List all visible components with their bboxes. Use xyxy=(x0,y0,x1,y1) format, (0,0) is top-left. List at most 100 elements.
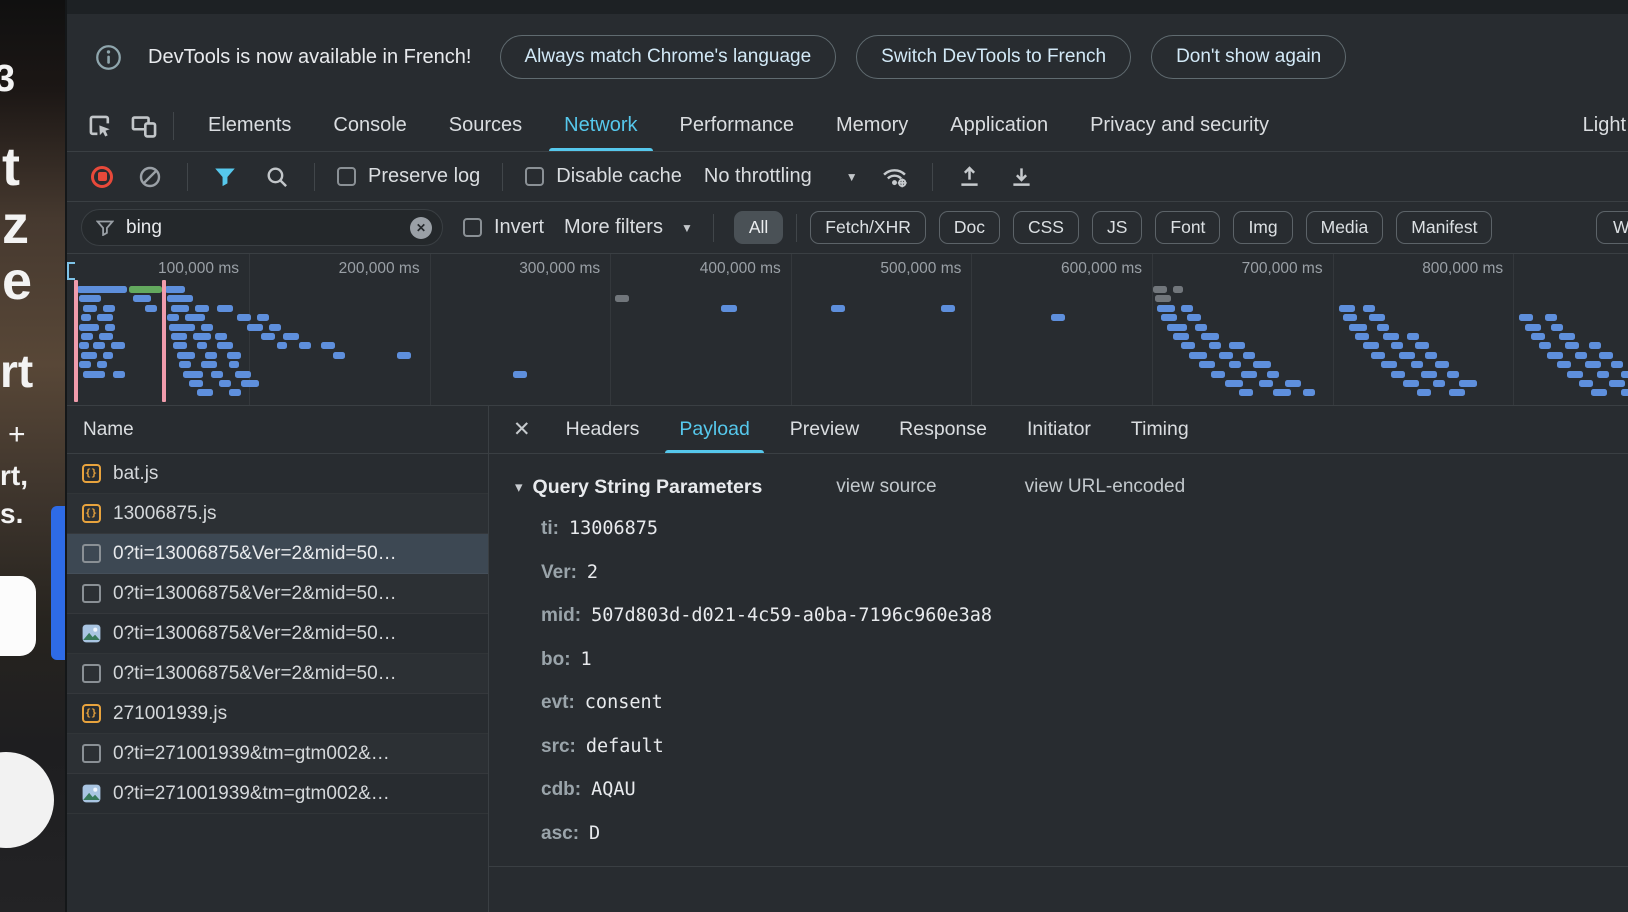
tab-privacy-and-security[interactable]: Privacy and security xyxy=(1070,100,1289,151)
waterfall-bar xyxy=(1155,295,1171,302)
param-row: src:default xyxy=(541,726,1628,770)
pill-manifest[interactable]: Manifest xyxy=(1396,211,1492,244)
disable-cache-toggle[interactable]: Disable cache xyxy=(525,165,682,188)
tab-performance[interactable]: Performance xyxy=(660,100,815,151)
collapse-caret-icon[interactable]: ▾ xyxy=(515,478,523,496)
pill-media[interactable]: Media xyxy=(1306,211,1384,244)
name-column-header[interactable]: Name xyxy=(67,406,488,454)
param-value: consent xyxy=(585,692,663,713)
throttling-select[interactable]: No throttling ▼ xyxy=(704,165,858,188)
detail-panel: ✕ HeadersPayloadPreviewResponseInitiator… xyxy=(489,406,1628,912)
waterfall-bar xyxy=(1241,371,1257,378)
export-har-icon[interactable] xyxy=(1007,162,1037,192)
time-label: 400,000 ms xyxy=(611,260,781,278)
waterfall-bar xyxy=(1219,352,1233,359)
invert-checkbox[interactable] xyxy=(463,218,482,237)
request-row[interactable]: 0?ti=13006875&Ver=2&mid=50… xyxy=(67,614,488,654)
waterfall-bar xyxy=(1267,371,1279,378)
waterfall-bar xyxy=(133,295,151,302)
inspect-icon[interactable] xyxy=(85,111,115,141)
record-button[interactable] xyxy=(91,166,113,188)
filter-input[interactable] xyxy=(124,216,400,240)
device-toolbar-icon[interactable] xyxy=(129,111,159,141)
detail-tab-response[interactable]: Response xyxy=(880,406,1006,453)
import-har-icon[interactable] xyxy=(955,162,985,192)
request-row[interactable]: {}bat.js xyxy=(67,454,488,494)
request-row[interactable]: {}13006875.js xyxy=(67,494,488,534)
more-filters-label: More filters xyxy=(564,216,663,239)
param-value: 1 xyxy=(581,649,592,670)
disable-cache-checkbox[interactable] xyxy=(525,167,544,186)
view-url-encoded-link[interactable]: view URL-encoded xyxy=(1025,476,1186,498)
preserve-log-toggle[interactable]: Preserve log xyxy=(337,165,480,188)
search-icon[interactable] xyxy=(262,162,292,192)
filter-box[interactable]: ✕ xyxy=(81,209,443,246)
request-row[interactable]: 0?ti=13006875&Ver=2&mid=50… xyxy=(67,534,488,574)
pill-js[interactable]: JS xyxy=(1092,211,1142,244)
waterfall-bar xyxy=(237,314,251,321)
preserve-log-checkbox[interactable] xyxy=(337,167,356,186)
waterfall-bar xyxy=(189,380,203,387)
param-list: ti:13006875Ver:2mid:507d803d-d021-4c59-a… xyxy=(541,508,1628,856)
param-value: AQAU xyxy=(591,779,636,800)
filter-icon[interactable] xyxy=(210,162,240,192)
waterfall-bar xyxy=(269,324,281,331)
tab-sources[interactable]: Sources xyxy=(429,100,542,151)
tab-application[interactable]: Application xyxy=(930,100,1068,151)
detail-tab-headers[interactable]: Headers xyxy=(547,406,659,453)
detail-tab-timing[interactable]: Timing xyxy=(1112,406,1208,453)
waterfall-bar xyxy=(1609,380,1625,387)
param-row: Ver:2 xyxy=(541,552,1628,596)
waterfall-bar xyxy=(177,352,195,359)
waterfall-bar xyxy=(215,333,227,340)
tab-network[interactable]: Network xyxy=(544,100,657,151)
waterfall-bar xyxy=(1225,380,1243,387)
more-filters-button[interactable]: More filters ▼ xyxy=(564,216,693,239)
pill-css[interactable]: CSS xyxy=(1013,211,1079,244)
network-conditions-icon[interactable] xyxy=(880,162,910,192)
overview-timeline[interactable]: 100,000 ms200,000 ms300,000 ms400,000 ms… xyxy=(67,254,1628,406)
pill-w[interactable]: W xyxy=(1596,211,1628,244)
waterfall-bar xyxy=(277,342,287,349)
info-icon xyxy=(95,44,122,71)
section-title[interactable]: Query String Parameters xyxy=(533,476,763,499)
pill-all[interactable]: All xyxy=(734,211,783,244)
notification-button-switch-devtools-to-french[interactable]: Switch DevTools to French xyxy=(856,35,1131,79)
invert-label: Invert xyxy=(494,216,544,239)
request-name: 271001939.js xyxy=(113,703,227,725)
waterfall-bar xyxy=(201,361,217,368)
request-row[interactable]: 0?ti=271001939&tm=gtm002&… xyxy=(67,734,488,774)
tab-light[interactable]: Light xyxy=(1563,100,1628,151)
waterfall-bar xyxy=(1433,380,1445,387)
waterfall-bar xyxy=(81,333,93,340)
notification-button-don-t-show-again[interactable]: Don't show again xyxy=(1151,35,1346,79)
waterfall-bar xyxy=(171,305,189,312)
pill-font[interactable]: Font xyxy=(1155,211,1220,244)
invert-toggle[interactable]: Invert xyxy=(463,216,544,239)
detail-tab-payload[interactable]: Payload xyxy=(660,406,768,453)
waterfall-bar xyxy=(195,305,209,312)
notification-button-always-match-chrome-s-language[interactable]: Always match Chrome's language xyxy=(500,35,837,79)
close-icon[interactable]: ✕ xyxy=(489,417,547,442)
request-row[interactable]: 0?ti=13006875&Ver=2&mid=50… xyxy=(67,654,488,694)
clear-filter-icon[interactable]: ✕ xyxy=(410,217,432,239)
request-row[interactable]: 0?ti=271001939&tm=gtm002&… xyxy=(67,774,488,814)
waterfall-bar xyxy=(1371,352,1385,359)
request-row[interactable]: {}271001939.js xyxy=(67,694,488,734)
tab-memory[interactable]: Memory xyxy=(816,100,928,151)
clear-icon[interactable] xyxy=(135,162,165,192)
detail-tab-preview[interactable]: Preview xyxy=(771,406,878,453)
view-source-link[interactable]: view source xyxy=(836,476,936,498)
waterfall-bar xyxy=(1579,380,1593,387)
request-row[interactable]: 0?ti=13006875&Ver=2&mid=50… xyxy=(67,574,488,614)
pill-fetch-xhr[interactable]: Fetch/XHR xyxy=(810,211,926,244)
pill-img[interactable]: Img xyxy=(1233,211,1292,244)
detail-tab-initiator[interactable]: Initiator xyxy=(1008,406,1110,453)
tab-elements[interactable]: Elements xyxy=(188,100,311,151)
pill-doc[interactable]: Doc xyxy=(939,211,1000,244)
waterfall-bar xyxy=(217,342,233,349)
waterfall-bar xyxy=(1525,324,1541,331)
waterfall-bar xyxy=(1153,286,1167,293)
tab-console[interactable]: Console xyxy=(313,100,426,151)
waterfall-bar xyxy=(79,361,91,368)
